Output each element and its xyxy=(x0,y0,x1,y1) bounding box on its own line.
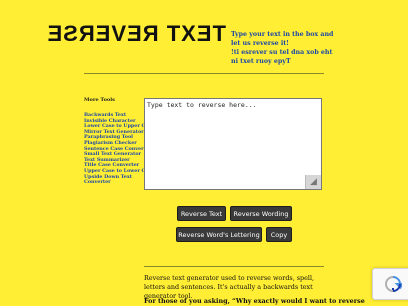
resize-handle-icon[interactable]: ◢ xyxy=(305,175,321,189)
tool-list: Backwards Text Invisible Character Lower… xyxy=(84,112,154,186)
reverse-wording-button[interactable]: Reverse Wording xyxy=(230,206,292,221)
sidebar: More Tools Backwards Text Invisible Char… xyxy=(84,97,154,186)
content-divider xyxy=(144,266,324,267)
question-paragraph: For those of you asking, “Why exactly wo… xyxy=(144,297,365,305)
reverse-lettering-button[interactable]: Reverse Word's Lettering xyxy=(176,227,262,242)
site-logo[interactable]: TEXT REVERSE xyxy=(47,21,226,46)
header-divider xyxy=(84,73,324,74)
text-input-area[interactable]: Type text to reverse here... ◢ xyxy=(144,98,322,190)
tagline-reversed: !ti esrever su tel dna xob eht ni txet r… xyxy=(231,49,333,65)
text-input-placeholder: Type text to reverse here... xyxy=(147,101,257,109)
copy-button[interactable]: Copy xyxy=(266,227,292,242)
tagline: Type your text in the box and let us rev… xyxy=(231,30,341,66)
tool-link-converter[interactable]: Converter xyxy=(84,180,144,186)
recaptcha-icon xyxy=(384,276,402,293)
sidebar-title: More Tools xyxy=(84,97,115,103)
recaptcha-badge[interactable] xyxy=(372,268,408,300)
tagline-normal: Type your text in the box and let us rev… xyxy=(231,31,334,47)
reverse-text-button[interactable]: Reverse Text xyxy=(177,206,226,221)
